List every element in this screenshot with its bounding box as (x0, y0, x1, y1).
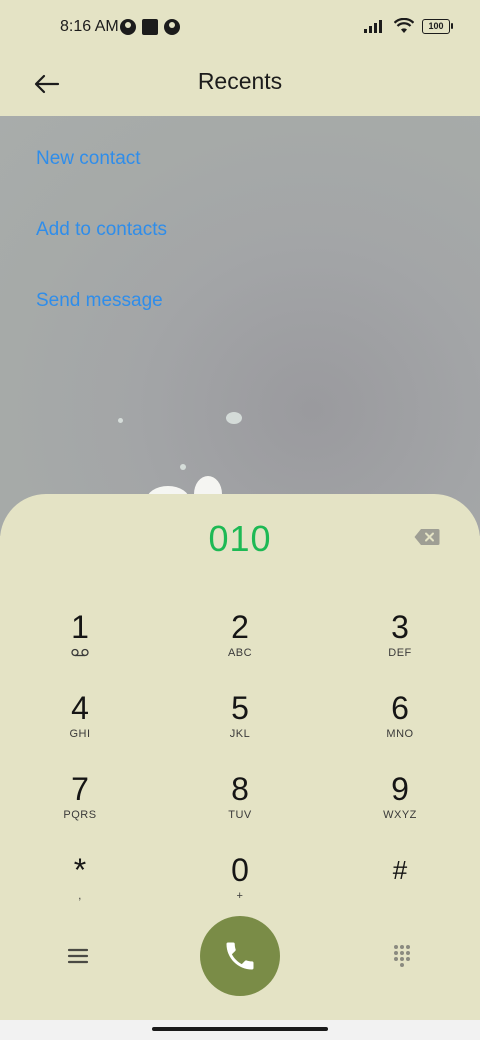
status-right: 100 (364, 18, 453, 34)
key-digit: 0 (231, 852, 249, 888)
call-button[interactable] (200, 916, 280, 996)
notification-round-icon (164, 19, 180, 35)
voicemail-icon (71, 648, 89, 657)
key-3[interactable]: 3 DEF (340, 604, 460, 678)
key-5[interactable]: 5 JKL (180, 685, 300, 759)
status-bar: 8:16 AM 100 (0, 0, 480, 56)
wifi-icon (394, 18, 414, 33)
key-9[interactable]: 9 WXYZ (340, 766, 460, 840)
actions-backdrop: New contact Add to contacts Send message (0, 116, 480, 536)
key-letters: JKL (229, 728, 251, 740)
menu-icon (67, 948, 89, 964)
key-8[interactable]: 8 TUV (180, 766, 300, 840)
key-hash[interactable]: # (340, 847, 460, 921)
key-1[interactable]: 1 (20, 604, 140, 678)
key-star[interactable]: * , (20, 847, 140, 921)
keypad-button[interactable] (390, 942, 414, 973)
signal-icon (364, 20, 382, 33)
menu-button[interactable] (64, 944, 92, 973)
key-letters: PQRS (63, 809, 97, 821)
backdrop-decoration (180, 464, 186, 470)
backspace-button[interactable] (414, 528, 440, 546)
backspace-icon (414, 529, 440, 545)
key-digit: # (392, 855, 408, 885)
dialer-panel: 010 1 2 ABC 3 DEF 4 GHI 5 JKL 6 MNO 7 PQ… (0, 494, 480, 1022)
home-indicator[interactable] (152, 1027, 328, 1031)
new-contact-link[interactable]: New contact (36, 148, 141, 170)
phone-icon (226, 942, 254, 970)
notification-square-icon (142, 19, 158, 35)
notification-round-icon (120, 19, 136, 35)
system-nav-bar (0, 1020, 480, 1040)
key-digit: 6 (391, 690, 409, 726)
app-header: Recents (0, 56, 480, 116)
key-4[interactable]: 4 GHI (20, 685, 140, 759)
key-0[interactable]: 0 + (180, 847, 300, 921)
key-letters: + (236, 890, 244, 902)
key-digit: * (73, 852, 87, 888)
battery-icon: 100 (422, 18, 453, 34)
key-letters: ABC (227, 647, 253, 659)
key-digit: 8 (231, 771, 249, 807)
key-digit: 2 (231, 609, 249, 645)
key-digit: 4 (71, 690, 89, 726)
key-6[interactable]: 6 MNO (340, 685, 460, 759)
key-7[interactable]: 7 PQRS (20, 766, 140, 840)
key-digit: 1 (71, 609, 89, 645)
key-letters: TUV (228, 809, 252, 821)
key-letters: WXYZ (383, 809, 417, 821)
backdrop-decoration (226, 412, 242, 424)
key-digit: 7 (71, 771, 89, 807)
status-time: 8:16 AM (60, 18, 119, 35)
key-digit: 5 (231, 690, 249, 726)
backdrop-decoration (118, 418, 123, 423)
battery-level: 100 (428, 20, 444, 31)
add-to-contacts-link[interactable]: Add to contacts (36, 219, 167, 241)
key-digit: 3 (391, 609, 409, 645)
key-letters: GHI (69, 728, 91, 740)
send-message-link[interactable]: Send message (36, 290, 163, 312)
keypad-icon (394, 945, 410, 967)
key-letters: , (78, 890, 82, 902)
notification-icons (120, 19, 180, 35)
key-letters: MNO (386, 728, 414, 740)
page-title: Recents (197, 68, 283, 94)
key-2[interactable]: 2 ABC (180, 604, 300, 678)
key-letters: DEF (388, 647, 412, 659)
key-digit: 9 (391, 771, 409, 807)
dialed-number: 010 (208, 518, 272, 559)
